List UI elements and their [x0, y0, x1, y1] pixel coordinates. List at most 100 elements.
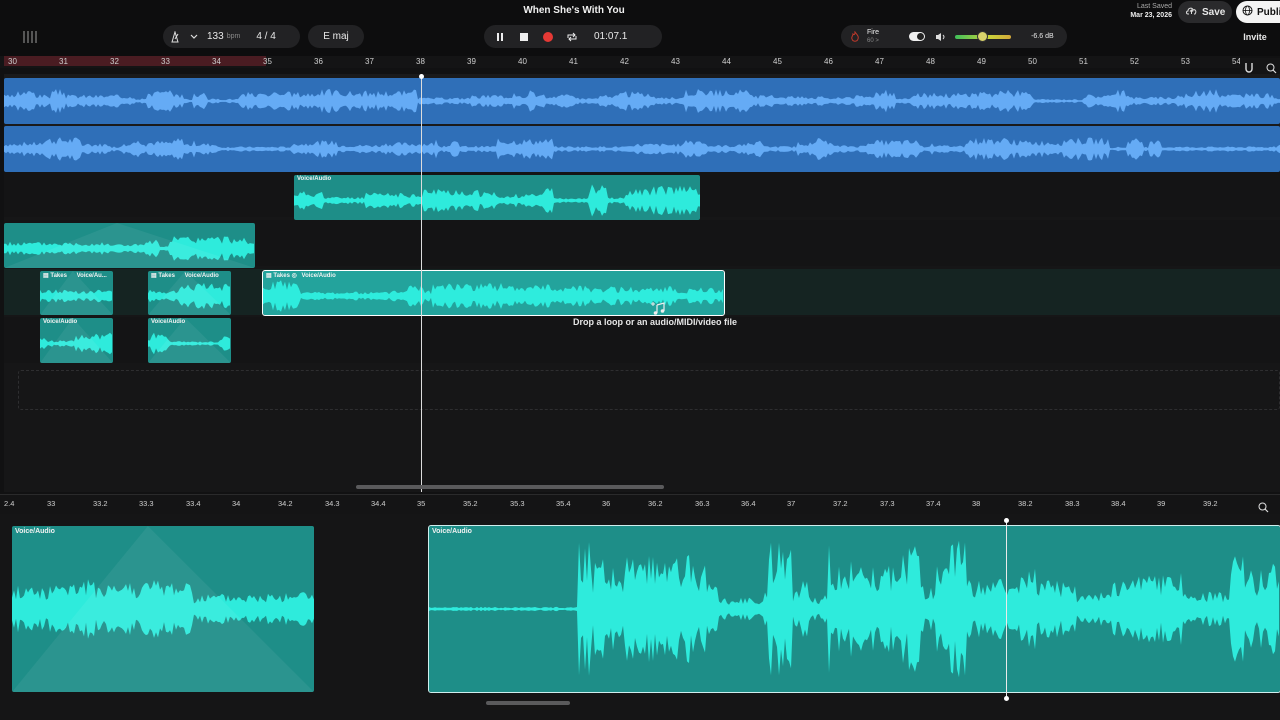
instrument-volume-pill: Fire 60 > -6.6 dB — [841, 25, 1067, 48]
publish-button[interactable]: Publi — [1236, 1, 1280, 23]
loop-icon[interactable] — [560, 25, 584, 48]
playhead-handle[interactable] — [419, 74, 424, 79]
cloud-upload-icon — [1186, 6, 1197, 18]
instrument-sub: 60 > — [867, 37, 879, 44]
editor-clip-left-label: Voice/Audio — [15, 528, 55, 535]
ruler-bar-number: 48 — [926, 57, 935, 66]
editor-playhead[interactable] — [1006, 520, 1007, 700]
playhead[interactable] — [421, 74, 422, 492]
editor-ruler-tick: 33.3 — [139, 499, 154, 508]
editor-clip-right-label: Voice/Audio — [432, 528, 472, 535]
ruler-bar-number: 34 — [212, 57, 221, 66]
editor-clip-left[interactable]: Voice/Audio — [12, 526, 314, 692]
editor-ruler-tick: 34.4 — [371, 499, 386, 508]
volume-db: -6.6 dB — [1031, 33, 1054, 40]
globe-icon — [1242, 5, 1253, 19]
editor-ruler-tick: 37.4 — [926, 499, 941, 508]
ruler-bar-number: 52 — [1130, 57, 1139, 66]
horizontal-scrollbar[interactable] — [356, 485, 664, 489]
tempo-pill: 133 bpm 4 / 4 — [163, 25, 300, 48]
drop-zone[interactable] — [18, 370, 1280, 410]
voice-clip-1[interactable]: Voice/Audio — [294, 175, 700, 220]
last-saved-label: Last Saved — [1136, 3, 1172, 10]
ruler-bar-number: 32 — [110, 57, 119, 66]
save-button[interactable]: Save — [1178, 1, 1232, 23]
instrument-name: Fire — [867, 28, 880, 36]
editor-clip-right[interactable]: Voice/Audio — [428, 525, 1280, 693]
settings-icon[interactable]: ◎ — [292, 273, 297, 279]
tempo-unit: bpm — [226, 33, 241, 40]
editor-ruler-tick: 38.3 — [1065, 499, 1080, 508]
daw-app: When She's With You 133 bpm 4 / 4 E maj — [0, 0, 1280, 720]
ruler-bar-number: 31 — [59, 57, 68, 66]
editor-ruler-tick: 34 — [232, 499, 241, 508]
publish-label: Publi — [1257, 6, 1280, 18]
metronome-icon[interactable] — [163, 25, 187, 48]
editor-ruler-tick: 33.2 — [93, 499, 108, 508]
editor-ruler-tick: 36.3 — [695, 499, 710, 508]
voice-clip-2[interactable] — [4, 223, 255, 268]
loop-region[interactable] — [4, 56, 266, 66]
editor-ruler-tick: 38.2 — [1018, 499, 1033, 508]
waveform — [4, 137, 1280, 161]
ruler-bar-number: 33 — [161, 57, 170, 66]
editor-ruler-tick: 39 — [1157, 499, 1166, 508]
volume-slider[interactable] — [955, 30, 1012, 42]
takes-clip-1[interactable]: ▤ Takes Voice/Au... — [40, 271, 113, 315]
save-label: Save — [1202, 6, 1226, 18]
ruler-bar-number: 35 — [263, 57, 272, 66]
key-value: E maj — [323, 31, 349, 42]
audio-clip-backing-2[interactable] — [4, 126, 1280, 172]
editor-ruler-tick: 34.3 — [325, 499, 340, 508]
chevron-down-icon[interactable] — [187, 25, 201, 48]
tempo-value[interactable]: 133 — [207, 31, 224, 42]
track-area[interactable]: Voice/Audio ▤ Takes Voice/Au... ▤ Takes … — [4, 74, 1280, 492]
editor-ruler-tick: 38.4 — [1111, 499, 1126, 508]
editor-playhead-handle-top[interactable] — [1004, 518, 1009, 523]
editor-ruler-tick: 35.3 — [510, 499, 525, 508]
ruler-bar-number: 53 — [1181, 57, 1190, 66]
monitor-toggle[interactable] — [909, 32, 926, 41]
ruler-bar-number: 36 — [314, 57, 323, 66]
editor-playhead-handle-bottom[interactable] — [1004, 696, 1009, 701]
key-pill[interactable]: E maj — [308, 25, 364, 48]
editor-scrollbar[interactable] — [486, 701, 570, 705]
editor-ruler-tick: 35 — [417, 499, 426, 508]
waveform — [429, 540, 1279, 678]
stop-icon[interactable] — [512, 25, 536, 48]
ruler-bar-number: 38 — [416, 57, 425, 66]
record-icon[interactable] — [536, 25, 560, 48]
ruler-bar-number: 47 — [875, 57, 884, 66]
fire-icon[interactable] — [843, 25, 867, 48]
ruler-bar-number: 49 — [977, 57, 986, 66]
ruler-bar-number: 30 — [8, 57, 17, 66]
takes-label: ▤ Takes Voice/Audio — [151, 273, 219, 279]
time-signature[interactable]: 4 / 4 — [256, 31, 275, 42]
takes-label: ▤ Takes Voice/Au... — [43, 273, 107, 279]
ruler-bar-number: 40 — [518, 57, 527, 66]
waveform — [294, 184, 700, 217]
save-status: Last Saved Mar 23, 2026 — [1130, 3, 1172, 19]
editor-ruler-tick: 38 — [972, 499, 981, 508]
ruler-bar-number: 44 — [722, 57, 731, 66]
top-bar: When She's With You 133 bpm 4 / 4 E maj — [0, 0, 1280, 56]
editor-ruler-tick: 37.3 — [880, 499, 895, 508]
clip-editor[interactable]: Voice/Audio Voice/Audio — [0, 514, 1280, 720]
speaker-icon[interactable] — [929, 25, 953, 48]
ruler-bar-number: 51 — [1079, 57, 1088, 66]
editor-ruler-tick: 36 — [602, 499, 611, 508]
pause-icon[interactable] — [488, 25, 512, 48]
waveform — [4, 89, 1280, 113]
clip-label: Voice/Audio — [297, 176, 332, 182]
editor-ruler-tick: 35.2 — [463, 499, 478, 508]
editor-ruler-tick: 35.4 — [556, 499, 571, 508]
editor-ruler-tick: 36.2 — [648, 499, 663, 508]
takes-clip-2[interactable]: ▤ Takes Voice/Audio — [148, 271, 231, 315]
song-title[interactable]: When She's With You — [0, 5, 1148, 16]
mixer-icon[interactable] — [20, 28, 42, 46]
editor-ruler-tick: 39.2 — [1203, 499, 1218, 508]
takes-label: ▤ Takes ◎ Voice/Audio — [266, 273, 336, 279]
invite-button[interactable]: Invite — [1236, 28, 1274, 46]
audio-clip-backing-1[interactable] — [4, 78, 1280, 124]
instrument-info[interactable]: Fire 60 > — [867, 28, 879, 46]
